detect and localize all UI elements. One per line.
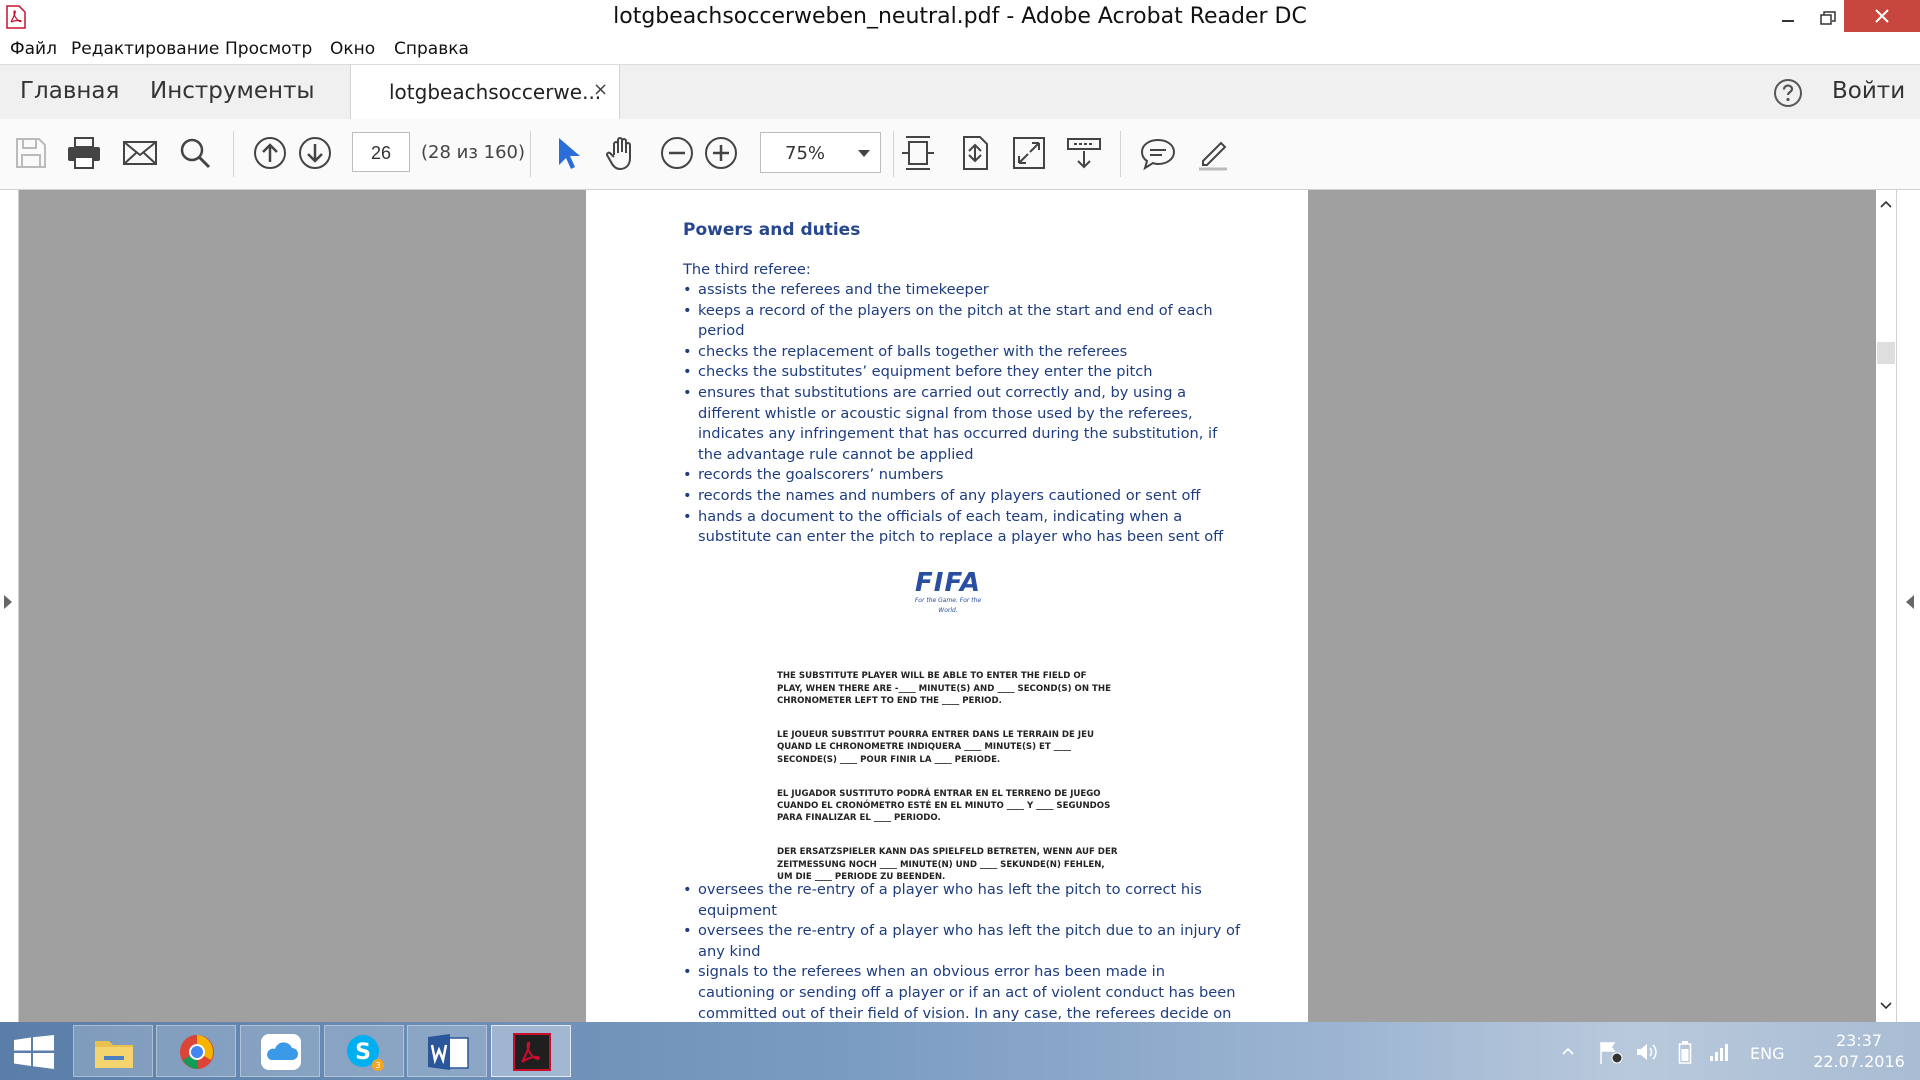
- fifa-logo: FIFA For the Game. For the World.: [908, 570, 988, 616]
- list-item: oversees the re-entry of a player who ha…: [683, 921, 1243, 962]
- skype-badge: 3: [375, 1061, 380, 1070]
- hand-icon[interactable]: [602, 133, 642, 173]
- zoom-select[interactable]: 75%: [760, 132, 881, 173]
- vertical-scrollbar[interactable]: [1876, 190, 1896, 1022]
- list-item: ensures that substitutions are carried o…: [683, 383, 1243, 465]
- duties-list: assists the referees and the timekeeper …: [683, 280, 1243, 548]
- menu-file[interactable]: Файл: [10, 39, 57, 59]
- toolbar: 26 (28 из 160) 75%: [0, 119, 1920, 190]
- close-window-button[interactable]: [1844, 0, 1920, 32]
- menu-bar: Файл Редактирование Просмотр Окно Справк…: [0, 36, 1920, 64]
- scrollbar-thumb[interactable]: [1877, 342, 1895, 364]
- section-title: Powers and duties: [683, 220, 861, 240]
- scroll-down-icon[interactable]: [1880, 1002, 1892, 1010]
- fullscreen-icon[interactable]: [1009, 133, 1049, 173]
- toolbar-separator: [1120, 131, 1121, 177]
- network-signal-icon[interactable]: [1708, 1040, 1732, 1062]
- taskbar-file-explorer[interactable]: [73, 1025, 153, 1077]
- icloud-icon: [261, 1034, 301, 1070]
- chevron-down-icon: [858, 150, 870, 157]
- zoom-out-icon[interactable]: [657, 133, 697, 173]
- title-bar: lotgbeachsoccerweben_neutral.pdf - Adobe…: [0, 0, 1920, 36]
- help-icon[interactable]: [1772, 77, 1804, 113]
- scroll-up-icon[interactable]: [1880, 200, 1892, 208]
- chrome-icon: [180, 1035, 214, 1069]
- svg-text:S: S: [355, 1040, 371, 1065]
- tray-expand-icon[interactable]: [1562, 1047, 1574, 1055]
- page-up-icon[interactable]: [250, 133, 290, 173]
- list-item: keeps a record of the players on the pit…: [683, 301, 1243, 342]
- toolbar-separator: [893, 131, 894, 177]
- list-item: assists the referees and the timekeeper: [683, 280, 1243, 301]
- zoom-in-icon[interactable]: [701, 133, 741, 173]
- signin-link[interactable]: Войти: [1832, 78, 1905, 104]
- toolbar-separator: [530, 131, 531, 177]
- comment-icon[interactable]: [1138, 133, 1178, 173]
- list-item: checks the replacement of balls together…: [683, 342, 1243, 363]
- document-tab-label: lotgbeachsoccerwe...: [389, 80, 602, 104]
- volume-icon[interactable]: [1634, 1040, 1658, 1064]
- notice-english: THE SUBSTITUTE PLAYER WILL BE ABLE TO EN…: [777, 671, 1111, 707]
- taskbar-icloud[interactable]: [240, 1025, 320, 1077]
- start-button[interactable]: [12, 1035, 56, 1069]
- folder-icon: [95, 1041, 133, 1068]
- highlight-icon[interactable]: [1193, 133, 1233, 173]
- email-icon[interactable]: [120, 133, 160, 173]
- list-item: checks the substitutes’ equipment before…: [683, 362, 1243, 383]
- zoom-value: 75%: [785, 143, 826, 164]
- taskbar-word[interactable]: [407, 1025, 487, 1077]
- notice-french: LE JOUEUR SUBSTITUT POURRA ENTRER DANS L…: [777, 730, 1094, 765]
- tab-home[interactable]: Главная: [20, 78, 119, 104]
- substitution-notice: THE SUBSTITUTE PLAYER WILL BE ABLE TO EN…: [777, 658, 1147, 905]
- menu-edit[interactable]: Редактирование: [71, 39, 219, 59]
- skype-icon: S3: [347, 1035, 384, 1071]
- fit-page-icon[interactable]: [898, 133, 938, 173]
- pdf-page: Powers and duties The third referee: ass…: [586, 190, 1308, 1022]
- tab-bar: Главная Инструменты lotgbeachsoccerwe...…: [0, 64, 1920, 120]
- taskbar: S3 ENG 23:37 22.07.2016: [0, 1022, 1920, 1080]
- menu-window[interactable]: Окно: [330, 39, 375, 59]
- document-viewer[interactable]: Powers and duties The third referee: ass…: [0, 190, 1920, 1022]
- search-icon[interactable]: [175, 133, 215, 173]
- list-item: hands a document to the officials of eac…: [683, 507, 1243, 548]
- fifa-tagline: For the Game. For the World.: [914, 597, 982, 614]
- word-icon: [428, 1034, 469, 1070]
- window-title: lotgbeachsoccerweben_neutral.pdf - Adobe…: [613, 4, 1307, 29]
- list-item: oversees the re-entry of a player who ha…: [683, 880, 1243, 921]
- close-tab-icon[interactable]: ×: [593, 79, 608, 100]
- list-item: records the names and numbers of any pla…: [683, 486, 1243, 507]
- notice-german: DER ERSATZSPIELER KANN DAS SPIELFELD BET…: [777, 847, 1118, 883]
- duties-list-continued: oversees the re-entry of a player who ha…: [683, 880, 1243, 1022]
- taskbar-acrobat[interactable]: [491, 1025, 571, 1077]
- taskbar-chrome[interactable]: [156, 1025, 236, 1077]
- clock[interactable]: 23:37 22.07.2016: [1806, 1030, 1912, 1072]
- tab-document[interactable]: lotgbeachsoccerwe... ×: [350, 65, 620, 120]
- intro-text: The third referee:: [683, 261, 811, 278]
- expand-left-panel-icon[interactable]: [4, 595, 12, 609]
- page-down-icon[interactable]: [295, 133, 335, 173]
- expand-right-panel-icon[interactable]: [1906, 595, 1914, 609]
- save-icon[interactable]: [11, 133, 51, 173]
- notice-spanish: EL JUGADOR SUSTITUTO PODRÁ ENTRAR EN EL …: [777, 788, 1111, 824]
- list-item: signals to the referees when an obvious …: [683, 962, 1243, 1022]
- scroll-mode-icon[interactable]: [1064, 133, 1104, 173]
- select-cursor-icon[interactable]: [548, 133, 588, 173]
- tab-tools[interactable]: Инструменты: [150, 78, 315, 104]
- acrobat-icon: [513, 1033, 551, 1071]
- input-language[interactable]: ENG: [1750, 1044, 1784, 1063]
- battery-icon[interactable]: [1678, 1040, 1692, 1064]
- fifa-logo-text: FIFA: [915, 568, 981, 598]
- rotate-page-icon[interactable]: [955, 133, 995, 173]
- taskbar-skype[interactable]: S3: [324, 1025, 404, 1077]
- page-count: (28 из 160): [421, 142, 526, 163]
- clock-date: 22.07.2016: [1813, 1052, 1905, 1071]
- page-number-input[interactable]: 26: [352, 132, 410, 172]
- menu-help[interactable]: Справка: [394, 39, 469, 59]
- list-item: records the goalscorers’ numbers: [683, 465, 1243, 486]
- menu-view[interactable]: Просмотр: [225, 39, 312, 59]
- action-center-flag-icon[interactable]: [1598, 1040, 1624, 1064]
- clock-time: 23:37: [1835, 1031, 1883, 1050]
- toolbar-separator: [233, 131, 234, 177]
- print-icon[interactable]: [64, 133, 104, 173]
